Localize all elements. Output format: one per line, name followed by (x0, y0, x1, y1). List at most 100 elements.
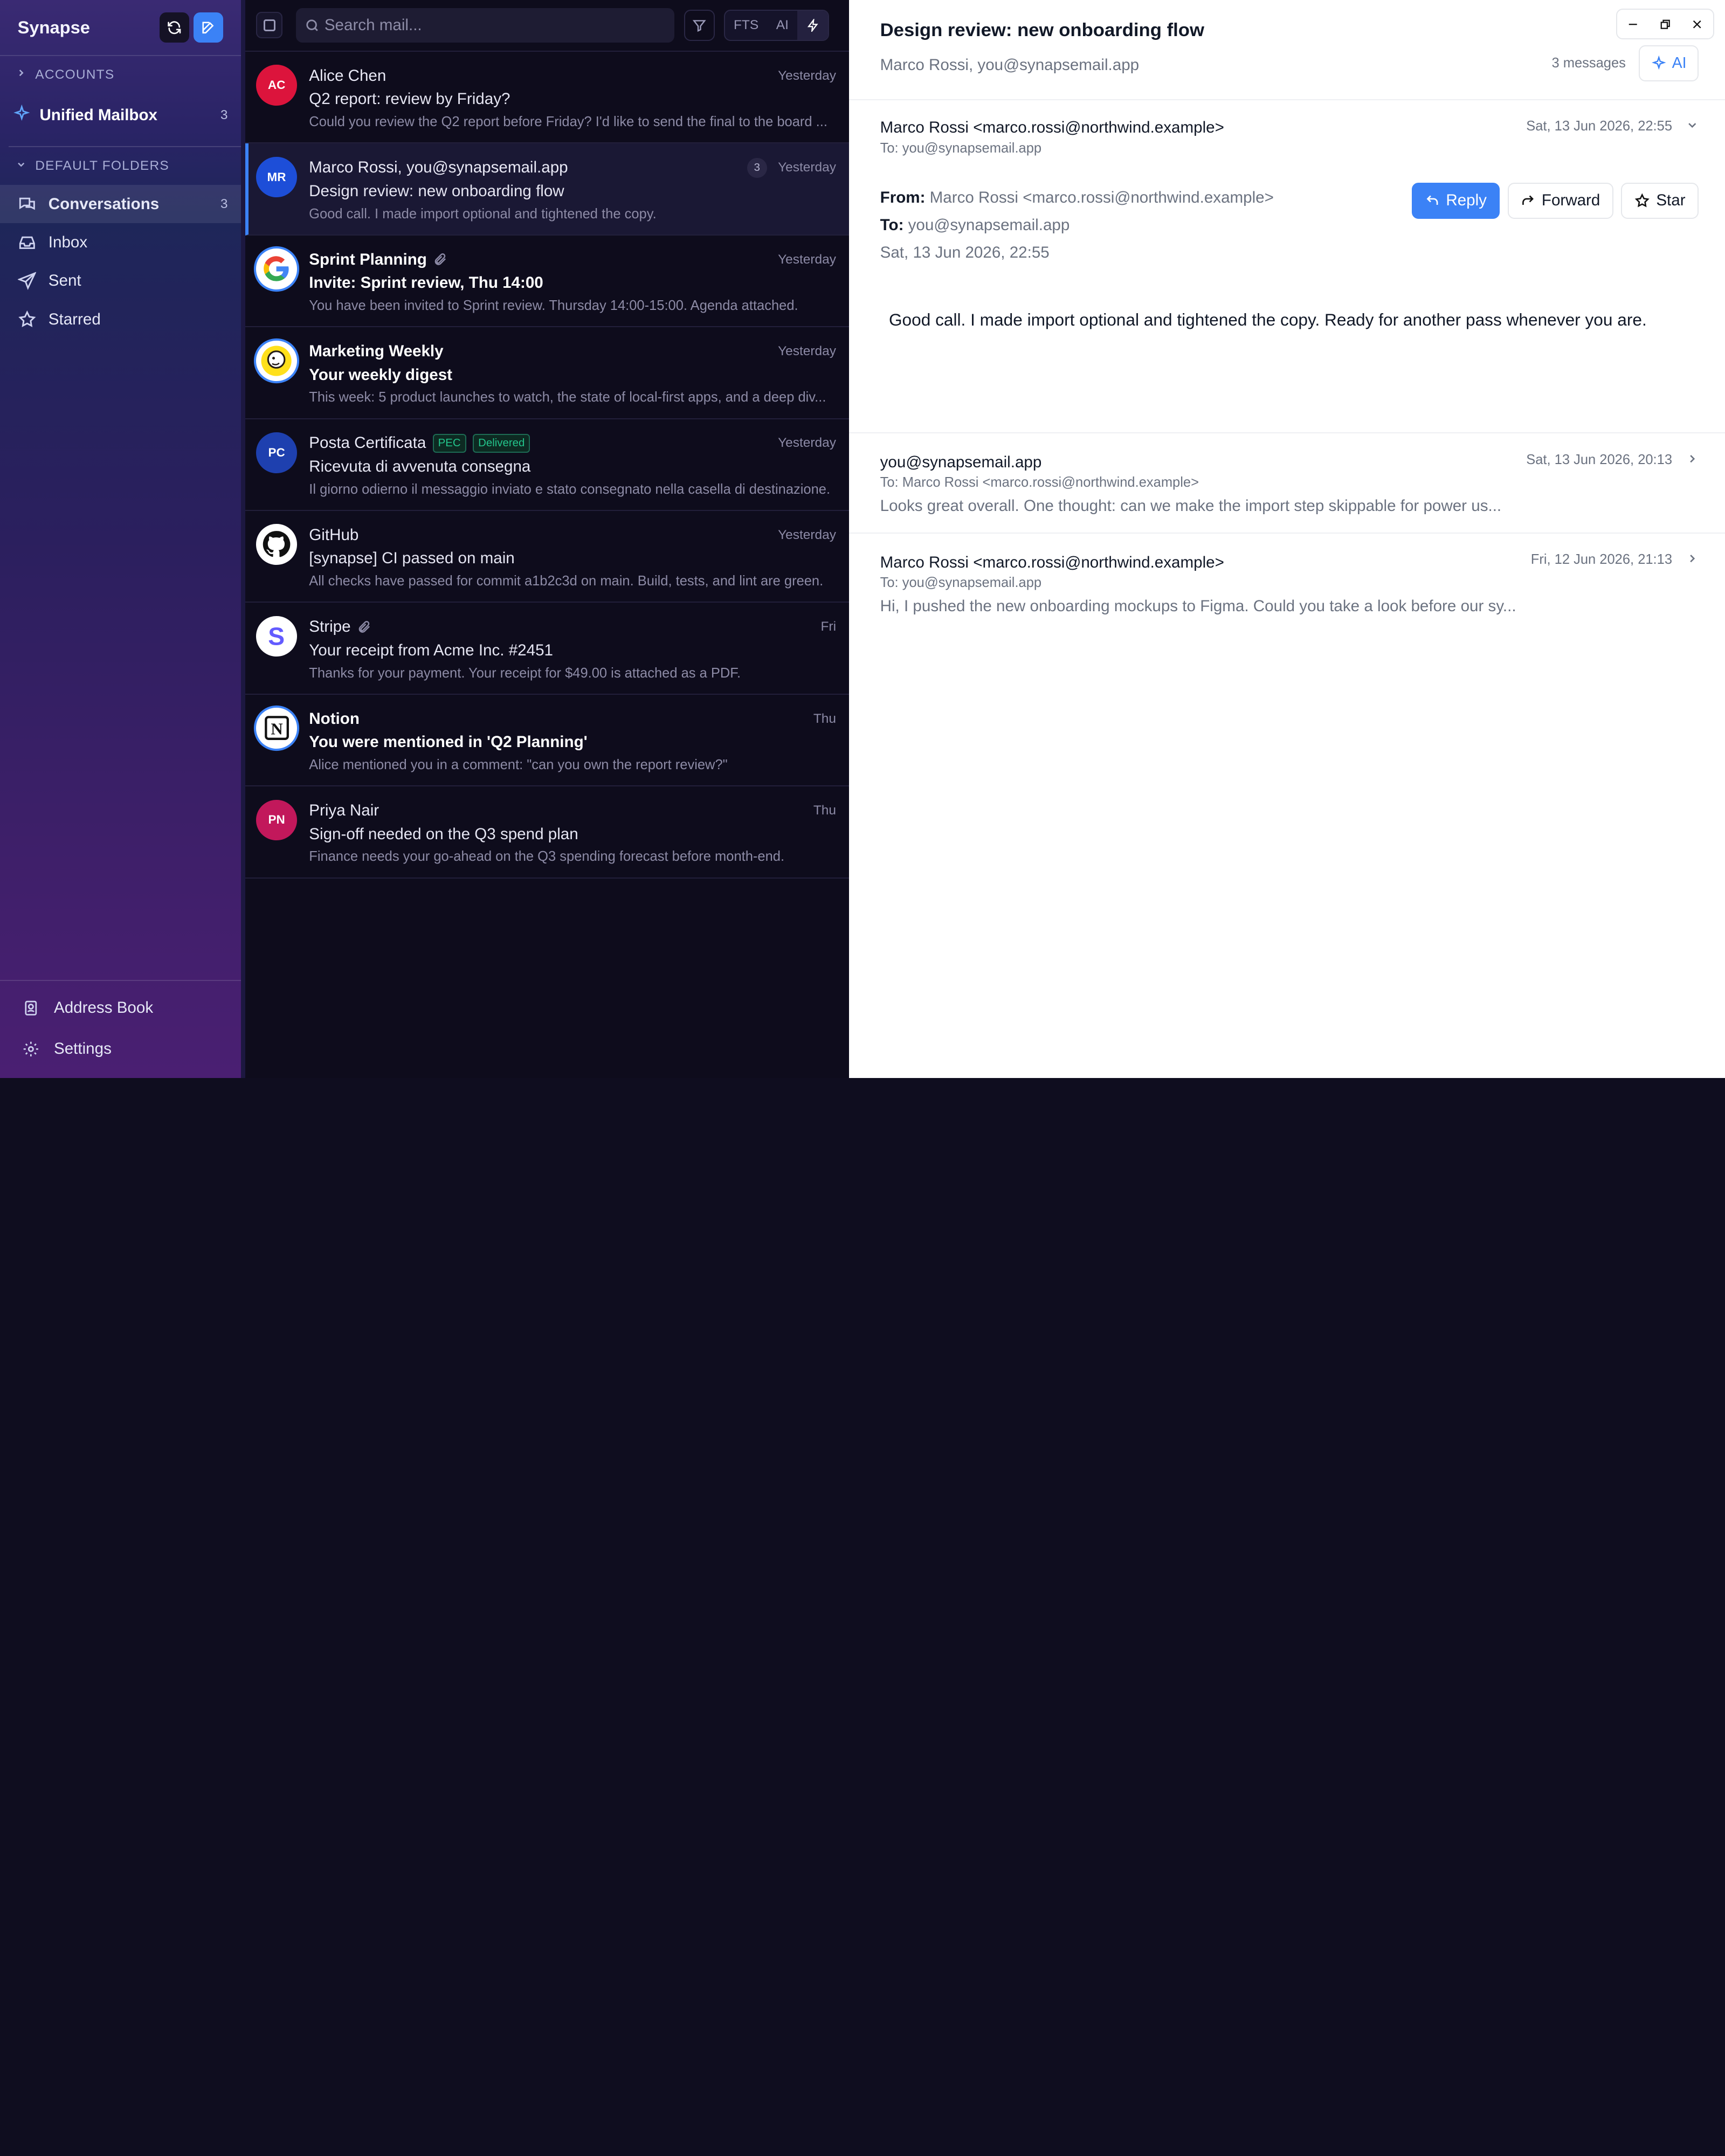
list-item[interactable]: AC Alice Chen Yesterday Q2 report: review… (245, 52, 850, 144)
from-label: From: (880, 188, 926, 206)
settings-button[interactable]: Settings (0, 1028, 241, 1069)
sender: Marco Rossi, you@synapsemail.app (309, 158, 568, 177)
list-item[interactable]: Sprint Planning Yesterday Invite: Sprint … (245, 236, 850, 328)
avatar: PN (256, 799, 297, 841)
unified-mailbox[interactable]: Unified Mailbox 3 (0, 93, 241, 137)
sidebar-item-inbox[interactable]: Inbox (0, 223, 241, 261)
compose-button[interactable] (194, 12, 224, 43)
search-icon (305, 18, 320, 33)
message-preview: Hi, I pushed the new onboarding mockups … (880, 597, 1516, 615)
preview: Thanks for your payment. Your receipt fo… (309, 665, 741, 681)
svg-text:S: S (268, 622, 285, 650)
filter-button[interactable] (684, 10, 715, 41)
preview: Il giorno odierno il messaggio inviato e… (309, 481, 831, 497)
sidebar-item-label: Starred (48, 310, 101, 328)
delivered-badge: Delivered (473, 433, 530, 453)
time: Yesterday (778, 160, 836, 175)
reply-label: Reply (1446, 191, 1487, 210)
search-input[interactable]: Search mail... (295, 8, 674, 43)
list-item[interactable]: S Stripe Fri Your receipt from Acme Inc. … (245, 603, 850, 695)
from-value: Marco Rossi <marco.rossi@northwind.examp… (929, 188, 1274, 206)
select-all-checkbox[interactable] (256, 12, 283, 39)
address-book-icon (22, 999, 42, 1017)
attachment-icon (433, 252, 448, 267)
ai-button[interactable]: AI (1639, 45, 1699, 82)
message-expanded: Marco Rossi <marco.rossi@northwind.examp… (849, 100, 1725, 434)
pec-badge: PEC (432, 433, 466, 453)
accounts-label: ACCOUNTS (35, 67, 115, 82)
ai-button-label: AI (1672, 54, 1687, 72)
search-placeholder: Search mail... (324, 16, 422, 34)
list-item[interactable]: Marketing Weekly Yesterday Your weekly di… (245, 327, 850, 419)
forward-label: Forward (1541, 191, 1600, 210)
unified-mailbox-label: Unified Mailbox (39, 106, 157, 125)
notion-logo-icon: N (256, 708, 297, 749)
gear-icon (22, 1040, 42, 1058)
expand-button[interactable] (1686, 452, 1699, 465)
sender: Notion (309, 709, 360, 728)
subject: Invite: Sprint review, Thu 14:00 (309, 274, 543, 292)
subject: Your receipt from Acme Inc. #2451 (309, 641, 553, 659)
subject: Sign-off needed on the Q3 spend plan (309, 825, 578, 843)
sync-button[interactable] (159, 12, 190, 43)
sender: Alice Chen (309, 66, 387, 85)
list-item[interactable]: PN Priya Nair Thu Sign-off needed on the … (245, 786, 850, 879)
message-collapsed[interactable]: you@synapsemail.app To: Marco Rossi <mar… (849, 433, 1725, 534)
star-icon (18, 310, 38, 329)
expand-button[interactable] (1686, 552, 1699, 565)
chevron-right-icon (1689, 555, 1695, 563)
time: Thu (813, 711, 836, 726)
reply-button[interactable]: Reply (1412, 182, 1500, 219)
compose-icon (202, 22, 214, 33)
conversations-icon (18, 195, 38, 213)
subject: Design review: new onboarding flow (309, 182, 564, 200)
message-count: 3 messages (1551, 55, 1626, 71)
star-label: Star (1656, 191, 1686, 210)
message-collapsed[interactable]: Marco Rossi <marco.rossi@northwind.examp… (849, 534, 1724, 634)
star-button[interactable]: Star (1621, 182, 1699, 219)
message-actions: Reply Forward Star (1404, 182, 1699, 219)
forward-button[interactable]: Forward (1507, 182, 1613, 219)
date-line: Sat, 13 Jun 2026, 22:55 (880, 243, 1050, 261)
preview: Could you review the Q2 report before Fr… (309, 114, 827, 130)
sender: Stripe (309, 618, 351, 636)
preview: Alice mentioned you in a comment: "can y… (309, 757, 728, 773)
mode-fts-button[interactable]: FTS (725, 11, 768, 39)
sidebar-item-sent[interactable]: Sent (0, 262, 241, 300)
list-item[interactable]: N Notion Thu You were mentioned in 'Q2 Pl… (245, 695, 850, 787)
message-to: To: Marco Rossi <marco.rossi@northwind.e… (880, 474, 1199, 490)
avatar: PC (256, 432, 297, 473)
preview: Finance needs your go-ahead on the Q3 sp… (309, 849, 785, 865)
stripe-logo-icon: S (256, 616, 297, 657)
sidebar: Synapse ACCOUNTS Unified Mailbox 3 DEFAU… (0, 0, 241, 1078)
address-book-button[interactable]: Address Book (0, 988, 241, 1029)
sender: Sprint Planning (309, 250, 427, 268)
chevron-right-icon (16, 67, 26, 82)
preview: You have been invited to Sprint review. … (309, 298, 798, 314)
accounts-section-toggle[interactable]: ACCOUNTS (0, 56, 241, 93)
time: Yesterday (778, 68, 836, 83)
sparkle-icon (13, 104, 31, 127)
message-to: To: you@synapsemail.app (880, 575, 1042, 590)
message-date: Sat, 13 Jun 2026, 20:13 (1526, 452, 1673, 467)
settings-label: Settings (53, 1039, 112, 1058)
sender: Posta Certificata (309, 434, 426, 452)
sidebar-item-starred[interactable]: Starred (0, 300, 241, 338)
message-date: Sat, 13 Jun 2026, 22:55 (1526, 119, 1673, 134)
mode-ai-button[interactable]: AI (767, 11, 797, 39)
time: Thu (813, 803, 836, 818)
list-item[interactable]: MR Marco Rossi, you@synapsemail.app 3 Yest… (245, 143, 850, 236)
chevron-down-icon (16, 158, 26, 174)
github-logo-icon (256, 524, 297, 565)
list-item[interactable]: PC Posta Certificata PEC Delivered Yesterda… (245, 419, 850, 511)
thread-title: Design review: new onboarding flow (880, 19, 1204, 40)
mode-instant-button[interactable] (797, 11, 829, 40)
collapse-button[interactable] (1686, 119, 1699, 132)
list-item[interactable]: GitHub Yesterday [synapse] CI passed on m… (245, 511, 850, 603)
subject: You were mentioned in 'Q2 Planning' (309, 733, 588, 751)
default-folders-toggle[interactable]: DEFAULT FOLDERS (0, 147, 241, 184)
message-date: Fri, 12 Jun 2026, 21:13 (1530, 552, 1673, 568)
sender: GitHub (309, 526, 359, 544)
sidebar-item-conversations[interactable]: Conversations 3 (0, 184, 241, 224)
message-preview: Looks great overall. One thought: can we… (880, 497, 1502, 515)
